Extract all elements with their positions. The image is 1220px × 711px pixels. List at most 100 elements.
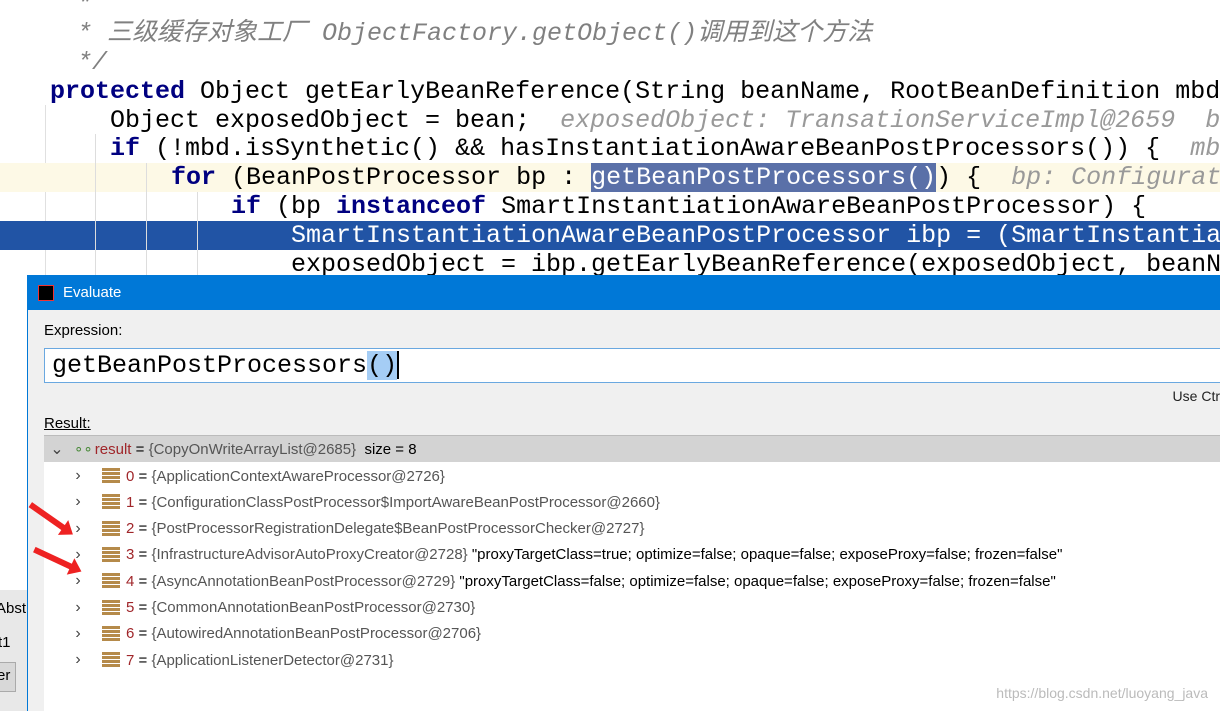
chevron-right-icon[interactable]: › xyxy=(66,651,90,669)
code-text: (bp xyxy=(261,192,337,221)
watch-glasses-icon: ∘∘ xyxy=(74,441,93,458)
equals: = xyxy=(134,493,152,511)
code-text: Object exposedObject = bean; xyxy=(110,106,531,135)
item-index: 0 xyxy=(126,467,135,485)
comment: */ xyxy=(62,48,108,77)
expression-text: getBeanPostProcessors xyxy=(52,351,368,380)
result-item-row[interactable]: › 1 = {ConfigurationClassPostProcessor$Im… xyxy=(44,489,1220,515)
field-icon xyxy=(102,599,120,616)
code-editor[interactable]: * * 三级缓存对象工厂 ObjectFactory.getObject()调用… xyxy=(0,0,1220,275)
code-text: (BeanPostProcessor bp : xyxy=(216,163,592,192)
dialog-title: Evaluate xyxy=(63,284,122,301)
field-icon xyxy=(102,573,120,590)
equals: = xyxy=(134,467,152,485)
dialog-title-bar[interactable]: Evaluate xyxy=(28,275,1220,310)
code-line: Object exposedObject = bean; exposedObje… xyxy=(0,106,1220,135)
equals: = xyxy=(131,440,149,458)
item-value: {AsyncAnnotationBeanPostProcessor@2729} xyxy=(151,572,456,590)
result-item-row[interactable]: › 6 = {AutowiredAnnotationBeanPostProcess… xyxy=(44,621,1220,647)
tab-label[interactable]: er xyxy=(0,662,16,692)
result-item-row[interactable]: › 7 = {ApplicationListenerDetector@2731} xyxy=(44,647,1220,673)
result-label: Result: xyxy=(44,415,91,432)
inline-debug-value: mb xyxy=(1190,134,1220,163)
result-item-row[interactable]: › 2 = {PostProcessorRegistrationDelegate$… xyxy=(44,516,1220,542)
item-value: {ConfigurationClassPostProcessor$ImportA… xyxy=(151,493,661,511)
item-index: 2 xyxy=(126,520,135,538)
shortcut-hint: Use Ctr xyxy=(1172,388,1220,404)
code-line: exposedObject = ibp.getEarlyBeanReferenc… xyxy=(0,250,1220,275)
field-icon xyxy=(102,468,120,484)
field-icon xyxy=(102,494,120,511)
item-value: {AutowiredAnnotationBeanPostProcessor@27… xyxy=(151,625,482,643)
code-line: protected Object getEarlyBeanReference(S… xyxy=(0,77,1220,106)
expression-label: Expression: xyxy=(44,322,123,339)
result-item-row[interactable]: › 3 = {InfrastructureAdvisorAutoProxyCrea… xyxy=(44,542,1220,568)
text-caret xyxy=(397,351,400,380)
result-tree[interactable]: ⌄ ∘∘ result = {CopyOnWriteArrayList@2685… xyxy=(44,435,1220,711)
equals: = xyxy=(134,599,152,616)
field-icon xyxy=(102,546,120,563)
chevron-right-icon[interactable]: › xyxy=(66,625,90,643)
result-value: {CopyOnWriteArrayList@2685} xyxy=(148,440,357,458)
equals: = xyxy=(134,651,152,669)
intellij-logo-icon xyxy=(38,284,54,301)
result-name: result xyxy=(94,440,132,458)
item-value: {ApplicationContextAwareProcessor@2726} xyxy=(151,467,445,485)
comment: * xyxy=(62,0,93,19)
keyword: for xyxy=(171,163,217,192)
inline-debug-value: bp: Configurat xyxy=(1011,163,1220,192)
field-icon xyxy=(102,652,120,669)
tab-label[interactable]: Abst xyxy=(0,600,26,617)
keyword: if xyxy=(110,134,141,163)
item-value: {InfrastructureAdvisorAutoProxyCreator@2… xyxy=(151,546,468,564)
item-index: 7 xyxy=(126,651,135,669)
item-value: {PostProcessorRegistrationDelegate$BeanP… xyxy=(151,520,645,538)
result-item-row[interactable]: › 0 = {ApplicationContextAwareProcessor@2… xyxy=(44,463,1220,489)
expression-input[interactable]: getBeanPostProcessors() xyxy=(44,348,1220,383)
item-description: "proxyTargetClass=false; optimize=false;… xyxy=(455,572,1056,590)
chevron-right-icon[interactable]: › xyxy=(66,493,90,511)
result-label-text: Result: xyxy=(44,415,91,432)
equals: = xyxy=(134,572,152,590)
item-value: {ApplicationListenerDetector@2731} xyxy=(151,651,394,669)
chevron-right-icon[interactable]: › xyxy=(66,599,90,617)
expression-parens: () xyxy=(367,351,398,380)
evaluate-dialog: Evaluate Expression: getBeanPostProcesso… xyxy=(27,275,1220,711)
equals: = xyxy=(134,546,152,564)
indent-guide xyxy=(197,192,198,275)
code-line: * 三级缓存对象工厂 ObjectFactory.getObject()调用到这… xyxy=(0,19,1220,48)
keyword: if xyxy=(231,192,262,221)
item-index: 1 xyxy=(126,493,135,511)
item-index: 6 xyxy=(126,625,135,643)
result-root-row[interactable]: ⌄ ∘∘ result = {CopyOnWriteArrayList@2685… xyxy=(44,436,1220,462)
field-icon xyxy=(102,520,120,537)
tab-label[interactable]: t1 xyxy=(0,634,11,651)
background-editor-tabs: Abst t1 er xyxy=(0,590,27,711)
code-line: */ xyxy=(0,48,1220,77)
code-text: Object getEarlyBeanReference(String bean… xyxy=(185,77,1220,106)
equals: = xyxy=(134,625,152,643)
item-index: 4 xyxy=(126,572,135,590)
execution-point-line: SmartInstantiationAwareBeanPostProcessor… xyxy=(0,221,1220,250)
code-line: if (bp instanceof SmartInstantiationAwar… xyxy=(0,192,1220,221)
chevron-right-icon[interactable]: › xyxy=(66,467,90,485)
code-text: SmartInstantiationAwareBeanPostProcessor… xyxy=(291,221,1220,250)
indent-guide xyxy=(95,134,96,275)
watermark: https://blog.csdn.net/luoyang_java xyxy=(996,685,1208,701)
item-description: "proxyTargetClass=true; optimize=false; … xyxy=(467,546,1063,564)
code-line: if (!mbd.isSynthetic() && hasInstantiati… xyxy=(0,134,1220,163)
result-item-row[interactable]: › 5 = {CommonAnnotationBeanPostProcessor@… xyxy=(44,595,1220,621)
result-item-row[interactable]: › 4 = {AsyncAnnotationBeanPostProcessor@2… xyxy=(44,568,1220,594)
field-icon xyxy=(102,625,120,642)
comment: * 三级缓存对象工厂 ObjectFactory.getObject()调用到这… xyxy=(62,19,873,48)
code-text: exposedObject = ibp.getEarlyBeanReferenc… xyxy=(291,250,1220,275)
inline-debug-value: exposedObject: TransationServiceImpl@265… xyxy=(560,106,1220,135)
chevron-down-icon[interactable]: ⌄ xyxy=(46,439,68,459)
code-text: SmartInstantiationAwareBeanPostProcessor… xyxy=(486,192,1147,221)
keyword: instanceof xyxy=(336,192,487,221)
item-index: 5 xyxy=(126,599,135,616)
selected-expression[interactable]: getBeanPostProcessors() xyxy=(591,163,937,192)
item-value: {CommonAnnotationBeanPostProcessor@2730} xyxy=(151,599,476,616)
equals: = xyxy=(134,520,152,538)
code-text: (!mbd.isSynthetic() && hasInstantiationA… xyxy=(140,134,1161,163)
